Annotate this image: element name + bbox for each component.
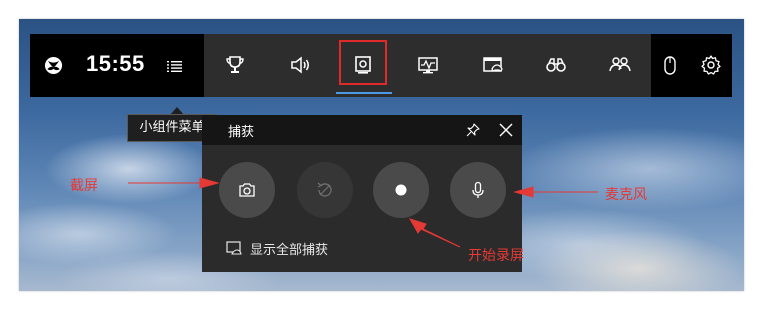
record-dot-icon bbox=[395, 184, 407, 196]
game-bar: 15:55 bbox=[30, 34, 732, 97]
social-friends-icon[interactable] bbox=[607, 52, 633, 78]
capture-widget-icon[interactable] bbox=[350, 52, 376, 78]
gallery-icon bbox=[226, 241, 242, 255]
mouse-icon[interactable] bbox=[662, 54, 678, 78]
xbox-logo-icon[interactable] bbox=[44, 56, 63, 75]
game-bar-system-section bbox=[651, 34, 732, 97]
gaming-social-icon[interactable] bbox=[480, 52, 506, 78]
capture-widget-title: 捕获 bbox=[228, 125, 255, 140]
camera-icon bbox=[239, 183, 255, 197]
microphone-icon bbox=[472, 181, 484, 198]
binoculars-icon[interactable] bbox=[543, 52, 569, 78]
close-icon[interactable] bbox=[498, 122, 514, 138]
performance-icon[interactable] bbox=[415, 52, 441, 78]
screenshot-button[interactable] bbox=[219, 162, 275, 218]
clock-time: 15:55 bbox=[86, 51, 145, 76]
capture-widget-header[interactable]: 捕获 bbox=[202, 115, 522, 145]
microphone-annotation: 麦克风 bbox=[605, 187, 647, 203]
start-recording-annotation: 开始录屏 bbox=[468, 248, 524, 264]
pin-icon[interactable] bbox=[466, 123, 480, 137]
screenshot-annotation: 截屏 bbox=[70, 178, 98, 194]
show-all-captures-link[interactable]: 显示全部捕获 bbox=[226, 239, 329, 258]
widget-menu-icon[interactable] bbox=[164, 56, 184, 76]
gear-icon[interactable] bbox=[700, 54, 722, 76]
microphone-button[interactable] bbox=[450, 162, 506, 218]
active-tab-indicator bbox=[336, 92, 392, 94]
trophy-icon[interactable] bbox=[222, 52, 248, 78]
record-that-icon bbox=[317, 182, 332, 197]
audio-icon[interactable] bbox=[287, 52, 313, 78]
record-last-button[interactable] bbox=[297, 162, 353, 218]
show-all-captures-label: 显示全部捕获 bbox=[250, 242, 329, 258]
start-recording-button[interactable] bbox=[373, 162, 429, 218]
game-bar-home-section: 15:55 bbox=[30, 34, 204, 97]
